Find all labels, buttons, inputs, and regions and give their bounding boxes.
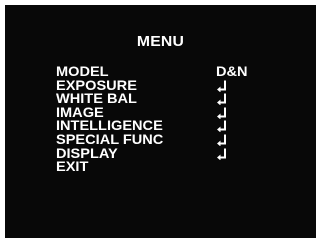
menu-item-exit[interactable]: EXIT [56, 158, 296, 175]
enter-icon [217, 120, 226, 133]
osd-menu-screen: MENU MODEL D&N EXPOSURE WHITE BAL IMAGE … [5, 5, 316, 238]
enter-icon [217, 80, 226, 92]
menu-title: MENU [136, 33, 185, 50]
enter-icon [217, 93, 226, 106]
menu-item-label: EXIT [56, 158, 89, 175]
enter-icon [217, 148, 226, 160]
enter-icon [217, 134, 226, 146]
enter-icon [217, 107, 226, 119]
menu-list: MODEL D&N EXPOSURE WHITE BAL IMAGE INTEL… [56, 63, 296, 175]
menu-item-display[interactable]: DISPLAY [56, 146, 296, 161]
menu-item-value: D&N [216, 63, 248, 79]
